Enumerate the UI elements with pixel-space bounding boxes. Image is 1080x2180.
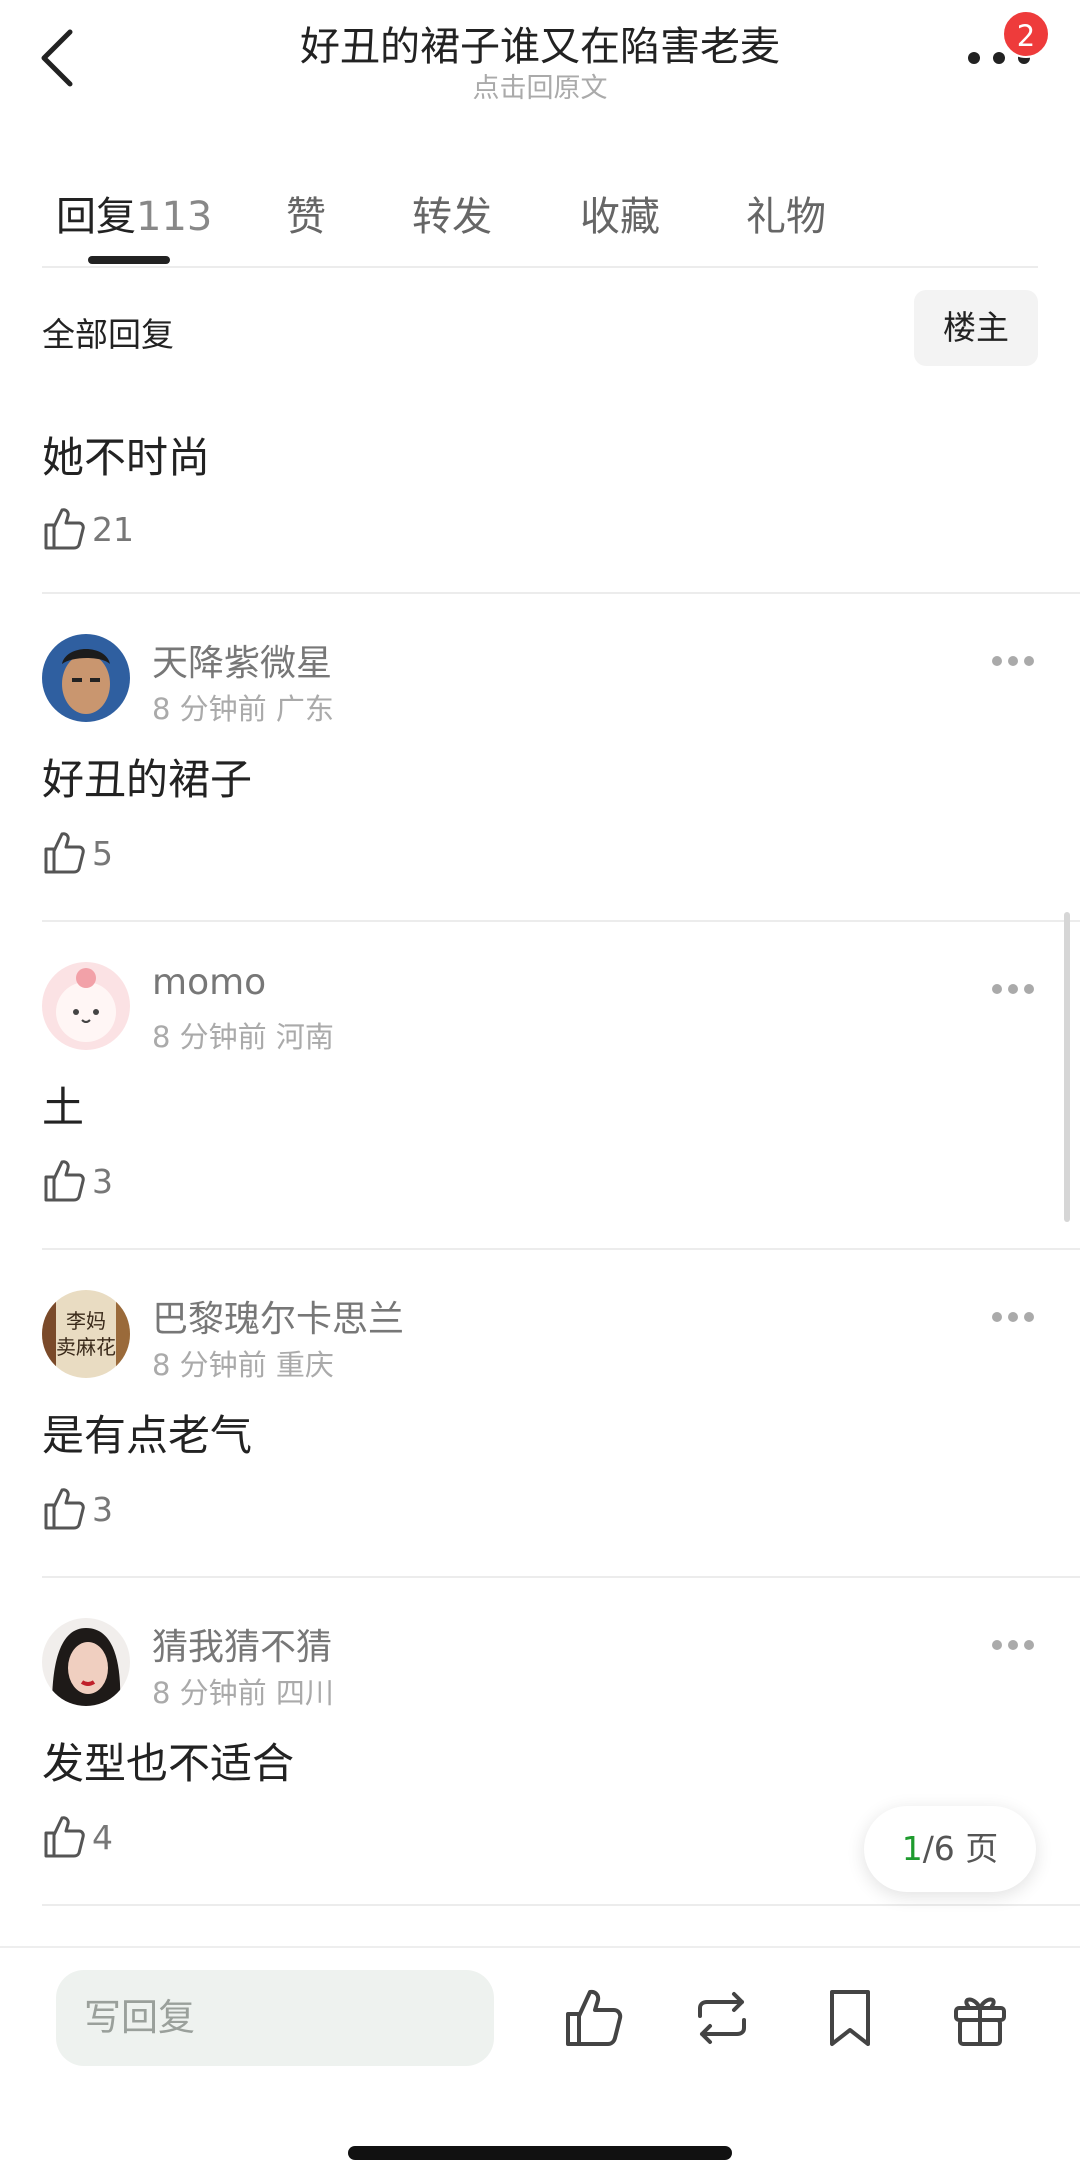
avatar[interactable] — [42, 962, 130, 1050]
divider — [42, 1904, 1080, 1906]
all-replies-filter[interactable]: 全部回复 — [42, 308, 174, 356]
repost-icon — [698, 1992, 746, 2044]
bottom-action-bar: 写回复 — [0, 1946, 1080, 2180]
comment-content: 好丑的裙子 — [42, 755, 253, 804]
thumbs-up-icon — [44, 1160, 85, 1202]
comment-meta: 8 分钟前 四川 — [152, 1676, 334, 1710]
more-dot-icon — [992, 1640, 1002, 1650]
more-dot-icon — [992, 1312, 1002, 1322]
comment-meta: 8 分钟前 广东 — [152, 692, 334, 726]
total-pages: /6 页 — [922, 1829, 999, 1868]
divider — [42, 266, 1038, 268]
more-dot-icon — [1024, 1312, 1034, 1322]
like-count: 4 — [92, 1818, 113, 1857]
tab-replies[interactable]: 回复113 — [56, 184, 212, 242]
comment-meta: 8 分钟前 河南 — [152, 1020, 334, 1054]
thumbs-up-icon — [44, 1816, 85, 1858]
more-dot-icon — [992, 656, 1002, 666]
comment-item: 李妈 卖麻花 巴黎瑰尔卡思兰 8 分钟前 重庆 是有点老气 3 — [0, 1250, 1080, 1576]
comment-content: 发型也不适合 — [42, 1739, 295, 1788]
tab-likes[interactable]: 赞 — [286, 184, 326, 242]
more-dot-icon — [1008, 1640, 1018, 1650]
avatar[interactable] — [42, 1618, 130, 1706]
like-count: 21 — [92, 510, 134, 549]
thumbs-up-icon — [44, 1488, 85, 1530]
reply-count: 113 — [136, 194, 213, 240]
like-count: 5 — [92, 834, 113, 873]
comment-item: momo 8 分钟前 河南 土 3 — [0, 922, 1080, 1248]
more-dot-icon — [1008, 1312, 1018, 1322]
like-count: 3 — [92, 1162, 113, 1201]
comment-more-button[interactable] — [992, 656, 1034, 668]
back-to-original-link[interactable]: 点击回原文 — [0, 66, 1080, 105]
comment-content: 是有点老气 — [42, 1411, 253, 1460]
comment-item: 天降紫微星 8 分钟前 广东 好丑的裙子 5 — [0, 594, 1080, 920]
avatar[interactable] — [42, 634, 130, 722]
thumbs-up-icon — [44, 832, 85, 874]
gift-icon — [954, 1997, 1006, 2046]
more-dot-icon — [1024, 984, 1034, 994]
active-tab-indicator — [88, 256, 170, 264]
thumbs-up-icon — [566, 1989, 623, 2046]
home-indicator[interactable] — [348, 2146, 732, 2160]
reply-input[interactable]: 写回复 — [56, 1970, 494, 2066]
more-dot-icon — [1024, 656, 1034, 666]
comment-meta: 8 分钟前 重庆 — [152, 1348, 334, 1382]
thumbs-up-icon — [44, 508, 85, 550]
username[interactable]: momo — [152, 962, 266, 1003]
scrollbar[interactable] — [1064, 912, 1070, 1222]
bookmark-button[interactable] — [818, 1986, 882, 2050]
comment-content: 土 — [42, 1083, 85, 1132]
more-dot-icon — [992, 984, 1002, 994]
comment-more-button[interactable] — [992, 1640, 1034, 1652]
avatar[interactable]: 李妈 卖麻花 — [42, 1290, 130, 1378]
more-dot-icon — [1008, 984, 1018, 994]
user-avatar-icon: 李妈 卖麻花 — [42, 1290, 130, 1378]
username[interactable]: 猜我猜不猜 — [152, 1618, 332, 1670]
comment-item: 她不时尚 21 — [0, 370, 1080, 592]
notification-badge: 2 — [1002, 10, 1050, 58]
tab-gifts[interactable]: 礼物 — [746, 184, 826, 242]
like-count: 3 — [92, 1490, 113, 1529]
user-avatar-icon — [42, 1618, 130, 1706]
comment-more-button[interactable] — [992, 984, 1034, 996]
user-avatar-icon — [42, 634, 130, 722]
comment-content: 她不时尚 — [42, 433, 211, 482]
username[interactable]: 巴黎瑰尔卡思兰 — [152, 1290, 404, 1342]
repost-button[interactable] — [690, 1986, 754, 2050]
current-page: 1 — [901, 1829, 923, 1868]
more-dot-icon — [1024, 1640, 1034, 1650]
svg-text:李妈: 李妈 — [66, 1309, 106, 1333]
top-bar: 好丑的裙子谁又在陷害老麦 点击回原文 2 — [0, 0, 1080, 110]
tab-label: 回复 — [56, 194, 136, 240]
tab-favorites[interactable]: 收藏 — [580, 184, 660, 242]
page-indicator-button[interactable]: 1/6 页 — [864, 1806, 1036, 1892]
tab-bar: 回复113 赞 转发 收藏 礼物 — [0, 172, 1080, 268]
comment-more-button[interactable] — [992, 1312, 1034, 1324]
owner-only-button[interactable]: 楼主 — [914, 290, 1038, 366]
gift-button[interactable] — [948, 1986, 1012, 2050]
svg-text:卖麻花: 卖麻花 — [56, 1335, 116, 1359]
more-dot-icon — [968, 52, 980, 64]
more-dot-icon — [1008, 656, 1018, 666]
bookmark-icon — [830, 1990, 870, 2046]
more-dot-icon — [993, 52, 1005, 64]
user-avatar-icon — [42, 962, 130, 1050]
tab-reposts[interactable]: 转发 — [412, 184, 492, 242]
post-title[interactable]: 好丑的裙子谁又在陷害老麦 — [0, 14, 1080, 72]
like-post-button[interactable] — [562, 1986, 626, 2050]
username[interactable]: 天降紫微星 — [152, 634, 332, 686]
